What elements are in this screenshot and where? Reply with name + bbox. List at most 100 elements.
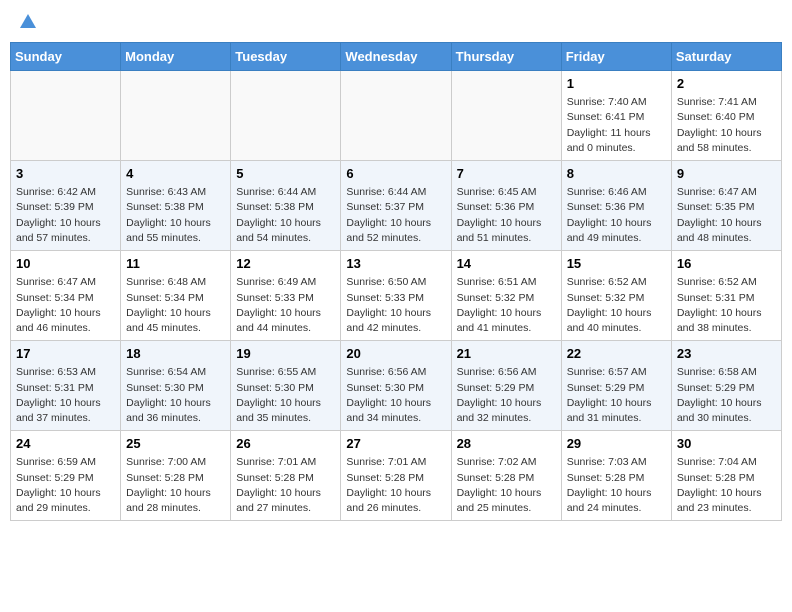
calendar-week-row: 3Sunrise: 6:42 AM Sunset: 5:39 PM Daylig… [11, 161, 782, 251]
day-info: Sunrise: 6:50 AM Sunset: 5:33 PM Dayligh… [346, 275, 445, 336]
day-number: 19 [236, 345, 335, 363]
day-number: 2 [677, 75, 776, 93]
calendar-day-cell: 10 Sunrise: 6:47 AM Sunset: 5:34 PM Dayli… [11, 251, 121, 341]
day-number: 30 [677, 435, 776, 453]
day-number: 29 [567, 435, 666, 453]
day-info: Sunrise: 6:43 AM Sunset: 5:38 PM Dayligh… [126, 185, 225, 246]
day-info: Sunrise: 6:46 AM Sunset: 5:36 PM Dayligh… [567, 185, 666, 246]
logo [18, 14, 36, 30]
calendar-day-cell: 8 Sunrise: 6:46 AM Sunset: 5:36 PM Daylig… [561, 161, 671, 251]
day-number: 22 [567, 345, 666, 363]
day-info: Sunrise: 6:52 AM Sunset: 5:31 PM Dayligh… [677, 275, 776, 336]
day-number: 4 [126, 165, 225, 183]
day-number: 9 [677, 165, 776, 183]
calendar-day-cell: 1 Sunrise: 7:40 AM Sunset: 6:41 PM Daylig… [561, 71, 671, 161]
day-info: Sunrise: 6:53 AM Sunset: 5:31 PM Dayligh… [16, 365, 115, 426]
calendar-day-cell: 24 Sunrise: 6:59 AM Sunset: 5:29 PM Dayli… [11, 431, 121, 521]
day-info: Sunrise: 6:47 AM Sunset: 5:35 PM Dayligh… [677, 185, 776, 246]
calendar-day-cell: 3Sunrise: 6:42 AM Sunset: 5:39 PM Daylig… [11, 161, 121, 251]
day-info: Sunrise: 6:48 AM Sunset: 5:34 PM Dayligh… [126, 275, 225, 336]
logo-triangle-icon [20, 14, 36, 28]
day-number: 23 [677, 345, 776, 363]
day-number: 28 [457, 435, 556, 453]
day-info: Sunrise: 6:56 AM Sunset: 5:30 PM Dayligh… [346, 365, 445, 426]
weekday-header-friday: Friday [561, 43, 671, 71]
day-info: Sunrise: 7:03 AM Sunset: 5:28 PM Dayligh… [567, 455, 666, 516]
day-info: Sunrise: 7:40 AM Sunset: 6:41 PM Dayligh… [567, 95, 666, 156]
day-number: 12 [236, 255, 335, 273]
day-number: 18 [126, 345, 225, 363]
day-number: 1 [567, 75, 666, 93]
day-info: Sunrise: 6:58 AM Sunset: 5:29 PM Dayligh… [677, 365, 776, 426]
day-number: 21 [457, 345, 556, 363]
day-info: Sunrise: 6:56 AM Sunset: 5:29 PM Dayligh… [457, 365, 556, 426]
day-info: Sunrise: 7:02 AM Sunset: 5:28 PM Dayligh… [457, 455, 556, 516]
calendar-day-cell: 11Sunrise: 6:48 AM Sunset: 5:34 PM Dayli… [121, 251, 231, 341]
weekday-header-sunday: Sunday [11, 43, 121, 71]
day-info: Sunrise: 6:47 AM Sunset: 5:34 PM Dayligh… [16, 275, 115, 336]
calendar-day-cell: 26 Sunrise: 7:01 AM Sunset: 5:28 PM Dayli… [231, 431, 341, 521]
day-number: 5 [236, 165, 335, 183]
day-number: 26 [236, 435, 335, 453]
calendar-day-cell: 20Sunrise: 6:56 AM Sunset: 5:30 PM Dayli… [341, 341, 451, 431]
calendar-week-row: 17 Sunrise: 6:53 AM Sunset: 5:31 PM Dayli… [11, 341, 782, 431]
day-number: 8 [567, 165, 666, 183]
calendar-day-cell: 9 Sunrise: 6:47 AM Sunset: 5:35 PM Daylig… [671, 161, 781, 251]
weekday-header-saturday: Saturday [671, 43, 781, 71]
day-info: Sunrise: 7:41 AM Sunset: 6:40 PM Dayligh… [677, 95, 776, 156]
day-number: 14 [457, 255, 556, 273]
day-info: Sunrise: 6:59 AM Sunset: 5:29 PM Dayligh… [16, 455, 115, 516]
calendar-day-cell: 14 Sunrise: 6:51 AM Sunset: 5:32 PM Dayli… [451, 251, 561, 341]
calendar-day-cell: 25 Sunrise: 7:00 AM Sunset: 5:28 PM Dayli… [121, 431, 231, 521]
weekday-header-monday: Monday [121, 43, 231, 71]
calendar-day-cell: 29 Sunrise: 7:03 AM Sunset: 5:28 PM Dayli… [561, 431, 671, 521]
day-info: Sunrise: 6:49 AM Sunset: 5:33 PM Dayligh… [236, 275, 335, 336]
day-number: 17 [16, 345, 115, 363]
day-info: Sunrise: 6:55 AM Sunset: 5:30 PM Dayligh… [236, 365, 335, 426]
weekday-header-wednesday: Wednesday [341, 43, 451, 71]
calendar-day-cell: 27 Sunrise: 7:01 AM Sunset: 5:28 PM Dayli… [341, 431, 451, 521]
day-number: 6 [346, 165, 445, 183]
day-number: 24 [16, 435, 115, 453]
calendar-day-cell: 15Sunrise: 6:52 AM Sunset: 5:32 PM Dayli… [561, 251, 671, 341]
calendar-day-cell: 6 Sunrise: 6:44 AM Sunset: 5:37 PM Daylig… [341, 161, 451, 251]
calendar-day-cell: 12 Sunrise: 6:49 AM Sunset: 5:33 PM Dayli… [231, 251, 341, 341]
day-number: 13 [346, 255, 445, 273]
calendar-day-cell: 5 Sunrise: 6:44 AM Sunset: 5:38 PM Daylig… [231, 161, 341, 251]
day-info: Sunrise: 7:01 AM Sunset: 5:28 PM Dayligh… [236, 455, 335, 516]
calendar-day-cell: 13 Sunrise: 6:50 AM Sunset: 5:33 PM Dayli… [341, 251, 451, 341]
day-number: 10 [16, 255, 115, 273]
calendar-day-cell [11, 71, 121, 161]
calendar-day-cell [341, 71, 451, 161]
calendar-day-cell: 23 Sunrise: 6:58 AM Sunset: 5:29 PM Dayli… [671, 341, 781, 431]
day-number: 7 [457, 165, 556, 183]
calendar-day-cell [121, 71, 231, 161]
day-info: Sunrise: 7:04 AM Sunset: 5:28 PM Dayligh… [677, 455, 776, 516]
calendar-day-cell: 17 Sunrise: 6:53 AM Sunset: 5:31 PM Dayli… [11, 341, 121, 431]
day-number: 27 [346, 435, 445, 453]
day-info: Sunrise: 6:44 AM Sunset: 5:37 PM Dayligh… [346, 185, 445, 246]
day-info: Sunrise: 6:44 AM Sunset: 5:38 PM Dayligh… [236, 185, 335, 246]
calendar-day-cell: 16 Sunrise: 6:52 AM Sunset: 5:31 PM Dayli… [671, 251, 781, 341]
day-info: Sunrise: 6:52 AM Sunset: 5:32 PM Dayligh… [567, 275, 666, 336]
calendar-day-cell: 28 Sunrise: 7:02 AM Sunset: 5:28 PM Dayli… [451, 431, 561, 521]
page-header [10, 10, 782, 34]
weekday-header-tuesday: Tuesday [231, 43, 341, 71]
day-number: 3 [16, 165, 115, 183]
calendar-day-cell: 22Sunrise: 6:57 AM Sunset: 5:29 PM Dayli… [561, 341, 671, 431]
day-info: Sunrise: 6:51 AM Sunset: 5:32 PM Dayligh… [457, 275, 556, 336]
day-number: 16 [677, 255, 776, 273]
calendar-day-cell [231, 71, 341, 161]
day-info: Sunrise: 6:54 AM Sunset: 5:30 PM Dayligh… [126, 365, 225, 426]
day-info: Sunrise: 7:01 AM Sunset: 5:28 PM Dayligh… [346, 455, 445, 516]
calendar-week-row: 1 Sunrise: 7:40 AM Sunset: 6:41 PM Daylig… [11, 71, 782, 161]
calendar-day-cell: 30 Sunrise: 7:04 AM Sunset: 5:28 PM Dayli… [671, 431, 781, 521]
calendar-day-cell: 18 Sunrise: 6:54 AM Sunset: 5:30 PM Dayli… [121, 341, 231, 431]
calendar-day-cell: 19 Sunrise: 6:55 AM Sunset: 5:30 PM Dayli… [231, 341, 341, 431]
calendar-table: SundayMondayTuesdayWednesdayThursdayFrid… [10, 42, 782, 521]
calendar-week-row: 24 Sunrise: 6:59 AM Sunset: 5:29 PM Dayli… [11, 431, 782, 521]
weekday-header-row: SundayMondayTuesdayWednesdayThursdayFrid… [11, 43, 782, 71]
day-info: Sunrise: 7:00 AM Sunset: 5:28 PM Dayligh… [126, 455, 225, 516]
day-number: 25 [126, 435, 225, 453]
day-info: Sunrise: 6:45 AM Sunset: 5:36 PM Dayligh… [457, 185, 556, 246]
